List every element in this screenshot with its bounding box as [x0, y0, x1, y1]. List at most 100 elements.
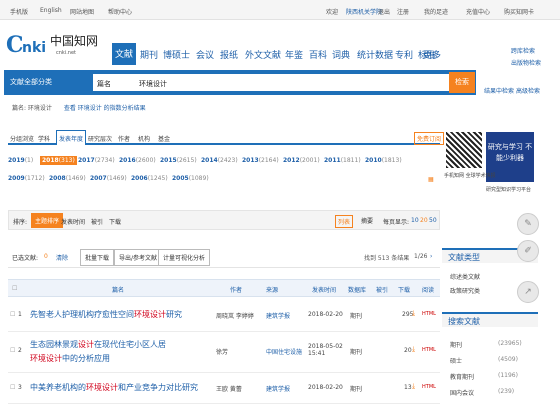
level-item[interactable]: 教育期刊: [450, 372, 474, 381]
year-item[interactable]: 2012(2001): [283, 157, 320, 164]
row-checkbox[interactable]: ☐: [10, 347, 15, 354]
row-source[interactable]: 中国住宅设施: [266, 347, 302, 356]
row-author[interactable]: 王欧 黄蕾: [216, 384, 242, 393]
row-title[interactable]: 生态园林景观设计在现代住宅小区人居: [30, 339, 166, 350]
institution-link[interactable]: 陕西机关学院: [346, 7, 382, 16]
tab-more[interactable]: 更多: [423, 48, 441, 61]
year-item[interactable]: 2016(2600): [119, 157, 156, 164]
table-row[interactable]: ☐ 2 生态园林景观设计在现代住宅小区人居 环境设计中的分析应用 徐芳 中国住宅…: [8, 333, 440, 373]
row-source[interactable]: 建筑学报: [266, 384, 290, 393]
year-item[interactable]: 2011(1811): [324, 157, 361, 164]
row-checkbox[interactable]: ☐: [10, 311, 15, 318]
select-all-checkbox[interactable]: ☐: [12, 285, 17, 292]
level-item[interactable]: 期刊: [450, 340, 462, 349]
table-row[interactable]: ☐ 3 中美养老机构的环境设计和产业竞争力对比研究 王欧 黄蕾 建筑学报 201…: [8, 374, 440, 404]
tab-foreign[interactable]: 外文文献: [245, 48, 281, 61]
year-item[interactable]: 2014(2423): [201, 157, 238, 164]
level-item[interactable]: 国内会议: [450, 388, 474, 397]
year-item-selected[interactable]: 2018(313): [40, 156, 77, 165]
next-page-icon[interactable]: ›: [430, 253, 432, 260]
free-subscribe-button[interactable]: 免费订阅: [414, 132, 445, 145]
mobile-link[interactable]: 手机版: [10, 7, 28, 16]
pen-icon[interactable]: ✐: [517, 240, 539, 262]
year-item[interactable]: 2007(1469): [90, 175, 127, 182]
download-icon[interactable]: ⤓: [412, 345, 415, 354]
buy-card-link[interactable]: 购买知网卡: [504, 7, 534, 16]
index-analysis-link[interactable]: 查看 环境设计 的指数分析结果: [64, 105, 146, 112]
per-page-50[interactable]: 50: [429, 217, 437, 224]
recharge-link[interactable]: 充值中心: [466, 7, 490, 16]
english-link[interactable]: English: [40, 7, 62, 14]
share-icon[interactable]: ↗: [517, 281, 539, 303]
year-item[interactable]: 2017(2734): [78, 157, 115, 164]
filter-org[interactable]: 机构: [138, 134, 150, 143]
category-select[interactable]: 文献全部分类: [10, 77, 52, 87]
batch-download-button[interactable]: 批量下载: [80, 249, 115, 266]
tab-dictionary[interactable]: 词典: [332, 48, 350, 61]
sort-download[interactable]: 下载: [109, 217, 121, 226]
tab-thesis[interactable]: 博硕士: [163, 48, 190, 61]
read-icon[interactable]: HTML: [422, 384, 436, 390]
tab-literature[interactable]: 文献: [112, 43, 137, 65]
history-link[interactable]: 我的足迹: [424, 7, 448, 16]
level-item[interactable]: 硕士: [450, 356, 462, 365]
search-input[interactable]: 篇名 环境设计: [92, 73, 450, 92]
read-icon[interactable]: HTML: [422, 347, 436, 353]
tab-yearbook[interactable]: 年鉴: [285, 48, 303, 61]
year-item[interactable]: 2015(2615): [160, 157, 197, 164]
row-checkbox[interactable]: ☐: [10, 384, 15, 391]
type-item[interactable]: 综述类文献: [450, 272, 480, 281]
filter-fund[interactable]: 基金: [158, 134, 170, 143]
chart-icon[interactable]: ▦: [428, 176, 434, 183]
search-in-results-link[interactable]: 结果中检索: [484, 86, 514, 95]
field-select[interactable]: 篇名: [97, 79, 111, 89]
tab-patent[interactable]: 专利: [395, 48, 413, 61]
type-item[interactable]: 政策研究类: [450, 286, 480, 295]
help-link[interactable]: 帮助中心: [108, 7, 132, 16]
download-icon[interactable]: ⤓: [412, 382, 415, 391]
tab-conference[interactable]: 会议: [196, 48, 214, 61]
per-page-10[interactable]: 10: [411, 217, 419, 224]
sort-topic[interactable]: 主题排序: [31, 213, 64, 228]
table-row[interactable]: ☐ 1 先智老人护理机构疗愈性空间环境设计研究 周晓岚 李婷婷 建筑学报 201…: [8, 300, 440, 332]
year-item[interactable]: 2008(1469): [49, 175, 86, 182]
year-item[interactable]: 2019(1): [8, 157, 33, 164]
year-item[interactable]: 2006(1245): [131, 175, 168, 182]
register-link[interactable]: 注册: [397, 7, 409, 16]
cnki-logo[interactable]: C nki 中国知网 cnki.net: [4, 28, 104, 68]
row-source[interactable]: 建筑学报: [266, 311, 290, 320]
tab-encyclopedia[interactable]: 百科: [309, 48, 327, 61]
row-author[interactable]: 徐芳: [216, 347, 228, 356]
row-title[interactable]: 先智老人护理机构疗愈性空间环境设计研究: [30, 309, 182, 320]
view-list-button[interactable]: 列表: [335, 215, 354, 228]
publication-search-link[interactable]: 出版物检索: [511, 58, 541, 67]
tab-newspaper[interactable]: 报纸: [220, 48, 238, 61]
filter-year[interactable]: 发表年度: [56, 130, 87, 145]
tab-journal[interactable]: 期刊: [140, 48, 158, 61]
row-title[interactable]: 中美养老机构的环境设计和产业竞争力对比研究: [30, 382, 198, 393]
sort-cited[interactable]: 被引: [91, 217, 103, 226]
filter-subject[interactable]: 学科: [38, 134, 50, 143]
search-button[interactable]: 检索: [449, 72, 475, 93]
logout-link[interactable]: 退出: [378, 7, 390, 16]
row-title-cont[interactable]: 环境设计中的分析应用: [30, 353, 110, 364]
filter-author[interactable]: 作者: [118, 134, 130, 143]
tab-statistics[interactable]: 统计数据: [357, 48, 393, 61]
year-item[interactable]: 2005(1089): [172, 175, 209, 182]
sitemap-link[interactable]: 网站地图: [70, 7, 94, 16]
year-item[interactable]: 2013(2164): [242, 157, 279, 164]
year-item[interactable]: 2010(1813): [365, 157, 402, 164]
filter-level[interactable]: 研究层次: [88, 134, 112, 143]
export-button[interactable]: 导出/参考文献: [114, 249, 163, 266]
year-item[interactable]: 2009(1712): [8, 175, 45, 182]
download-icon[interactable]: ⤓: [412, 309, 415, 318]
advanced-search-link[interactable]: 高级检索: [516, 86, 540, 95]
read-icon[interactable]: HTML: [422, 311, 436, 317]
sort-date[interactable]: 发表时间: [61, 217, 85, 226]
row-author[interactable]: 周晓岚 李婷婷: [216, 311, 254, 320]
clear-button[interactable]: 清除: [56, 253, 68, 262]
feedback-icon[interactable]: ✎: [517, 213, 539, 235]
per-page-20[interactable]: 20: [420, 217, 428, 224]
view-abstract-button[interactable]: 摘要: [359, 215, 375, 226]
visual-analysis-button[interactable]: 计量可视化分析: [158, 249, 211, 266]
